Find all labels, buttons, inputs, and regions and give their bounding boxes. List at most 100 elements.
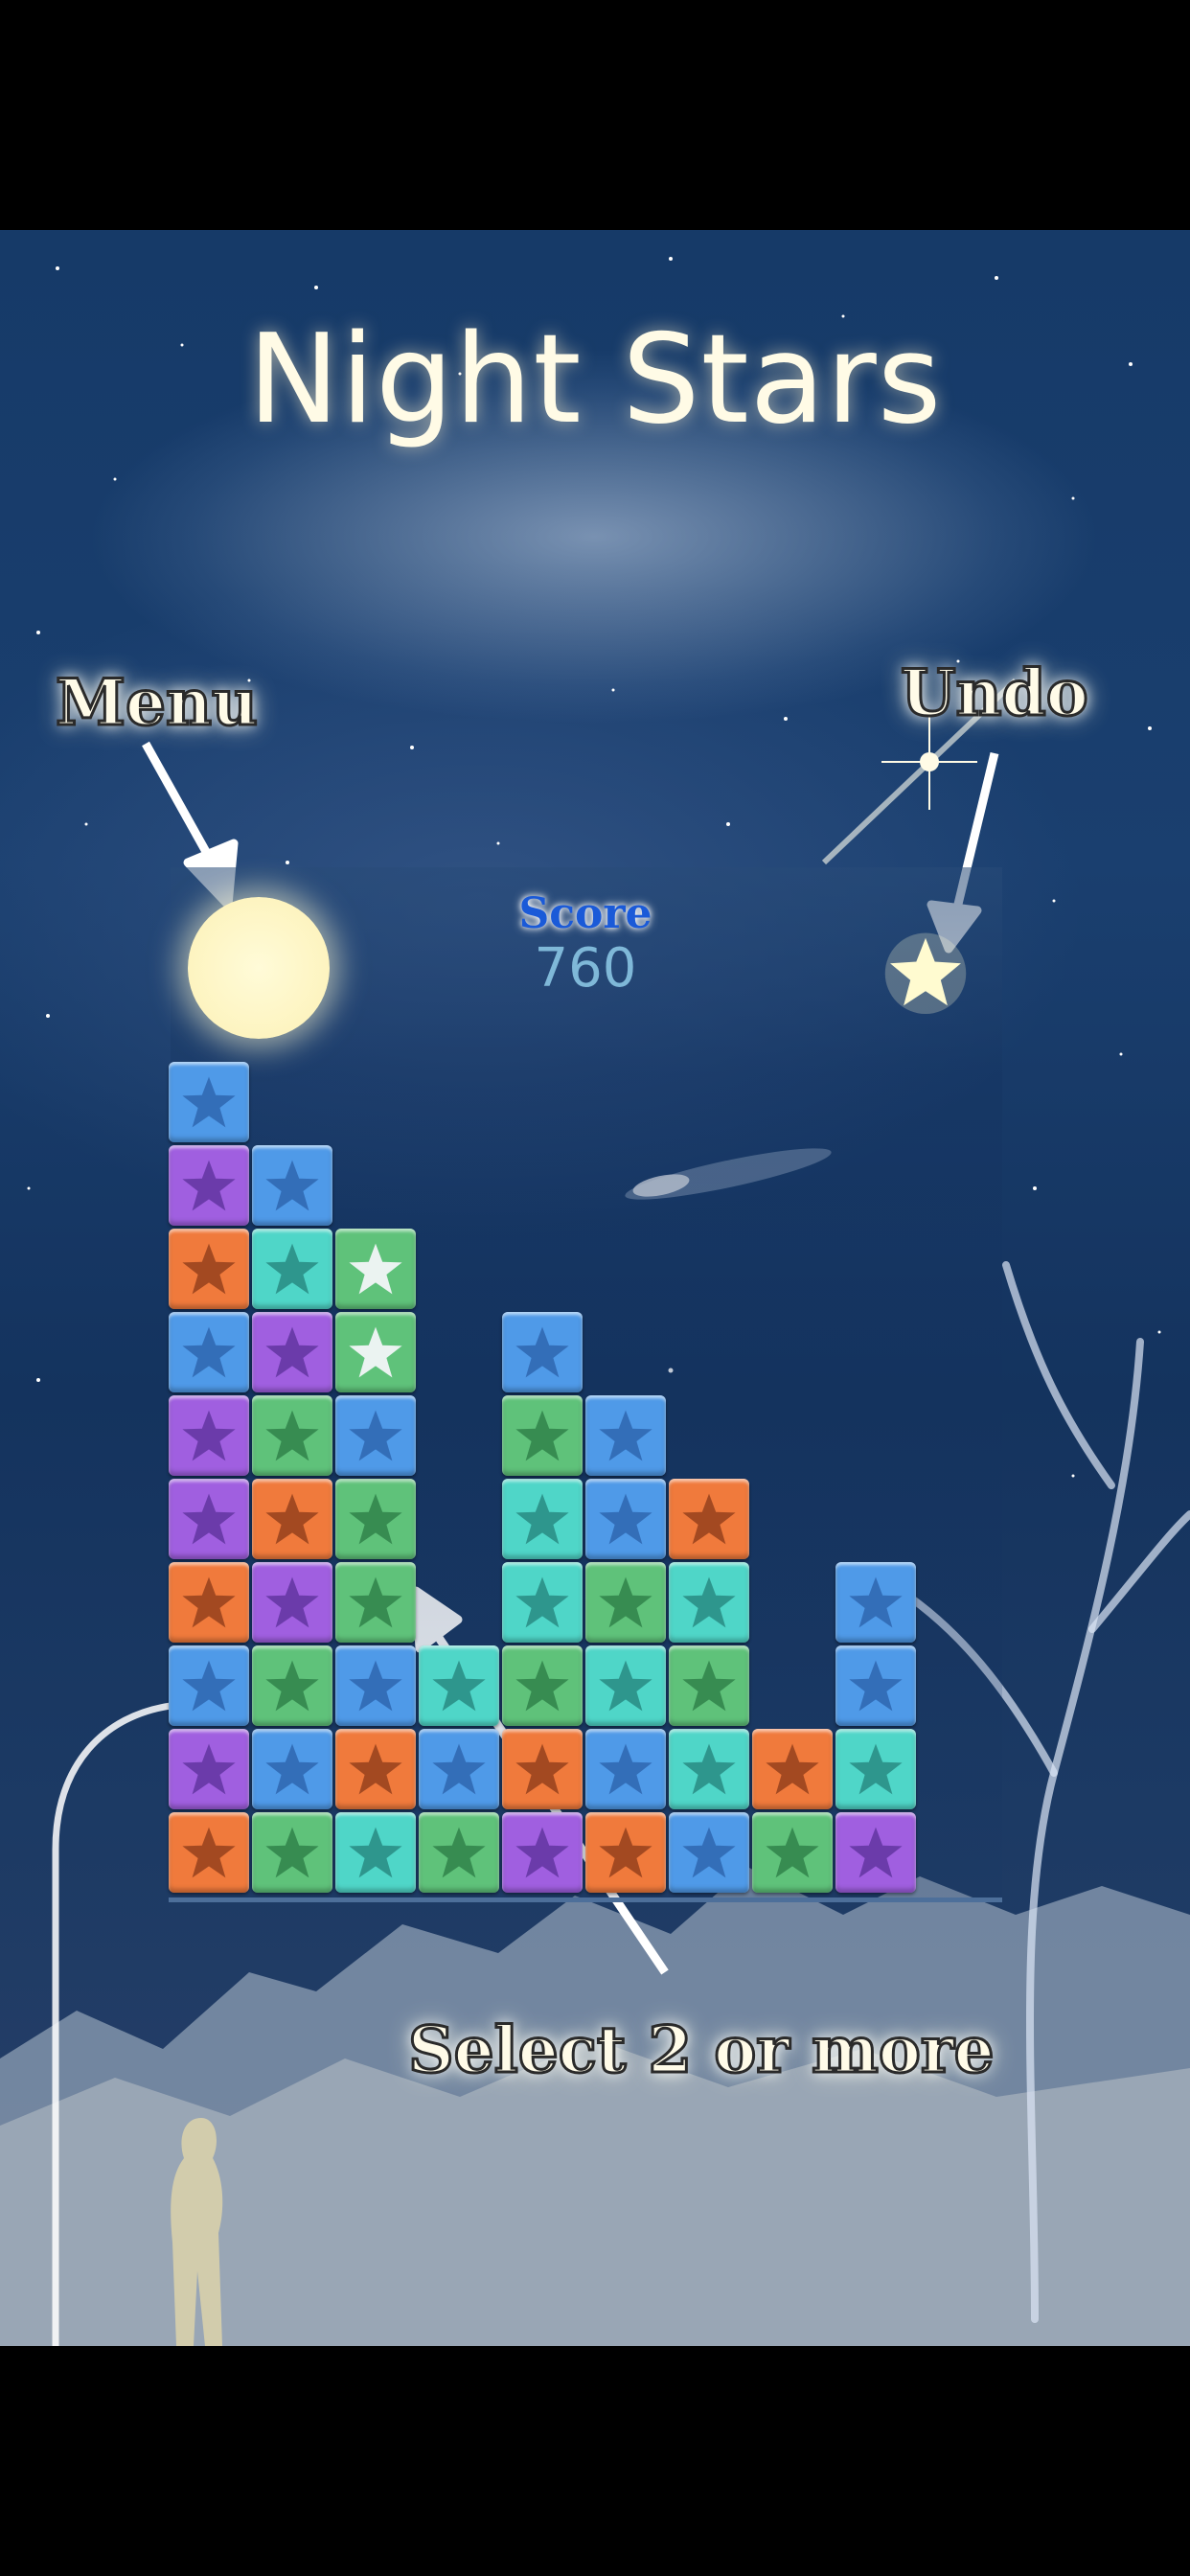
star-icon [265, 1326, 319, 1378]
star-tile[interactable] [169, 1729, 249, 1809]
star-icon [849, 1576, 903, 1628]
star-tile[interactable] [669, 1729, 749, 1809]
star-tile[interactable] [419, 1729, 499, 1809]
star-tile[interactable] [585, 1479, 666, 1559]
score-label: Score [518, 889, 652, 938]
star-icon [349, 1827, 402, 1878]
star-icon [349, 1493, 402, 1545]
star-tile[interactable] [502, 1729, 583, 1809]
woman-silhouette [171, 2118, 223, 2346]
star-icon [682, 1827, 736, 1878]
star-tile[interactable] [835, 1812, 916, 1893]
star-tile[interactable] [252, 1729, 332, 1809]
star-icon [349, 1660, 402, 1712]
star-icon [182, 1076, 236, 1128]
star-tile[interactable] [252, 1645, 332, 1726]
star-icon [515, 1743, 569, 1795]
star-tile[interactable] [835, 1729, 916, 1809]
star-icon [349, 1410, 402, 1461]
star-tile[interactable] [169, 1062, 249, 1142]
star-icon [515, 1576, 569, 1628]
star-tile[interactable] [335, 1312, 416, 1392]
star-tile[interactable] [669, 1479, 749, 1559]
star-tile[interactable] [419, 1645, 499, 1726]
star-tile[interactable] [252, 1145, 332, 1226]
star-tile[interactable] [669, 1562, 749, 1643]
star-icon [849, 1827, 903, 1878]
star-tile[interactable] [669, 1812, 749, 1893]
star-tile[interactable] [752, 1729, 833, 1809]
star-tile[interactable] [669, 1645, 749, 1726]
star-tile[interactable] [835, 1645, 916, 1726]
star-icon [349, 1743, 402, 1795]
star-icon [599, 1743, 652, 1795]
star-tile[interactable] [335, 1729, 416, 1809]
star-icon [182, 1660, 236, 1712]
board-floor [169, 1898, 1002, 1902]
star-tile[interactable] [252, 1312, 332, 1392]
star-icon [682, 1743, 736, 1795]
star-tile[interactable] [585, 1395, 666, 1476]
star-tile[interactable] [502, 1395, 583, 1476]
star-tile[interactable] [585, 1729, 666, 1809]
star-tile[interactable] [335, 1812, 416, 1893]
star-icon [349, 1576, 402, 1628]
star-icon [682, 1660, 736, 1712]
star-tile[interactable] [585, 1562, 666, 1643]
star-tile[interactable] [169, 1312, 249, 1392]
star-icon [265, 1660, 319, 1712]
star-tile[interactable] [252, 1479, 332, 1559]
star-icon [515, 1326, 569, 1378]
star-icon [599, 1660, 652, 1712]
star-tile[interactable] [169, 1645, 249, 1726]
star-tile[interactable] [502, 1479, 583, 1559]
star-tile[interactable] [335, 1645, 416, 1726]
star-icon [599, 1576, 652, 1628]
star-tile[interactable] [835, 1562, 916, 1643]
star-icon [432, 1660, 486, 1712]
star-icon [599, 1410, 652, 1461]
star-tile[interactable] [419, 1812, 499, 1893]
star-tile[interactable] [169, 1562, 249, 1643]
star-icon [349, 1326, 402, 1378]
star-tile[interactable] [335, 1395, 416, 1476]
star-tile[interactable] [752, 1812, 833, 1893]
star-tile[interactable] [252, 1562, 332, 1643]
star-tile[interactable] [169, 1479, 249, 1559]
star-tile[interactable] [502, 1562, 583, 1643]
star-tile[interactable] [169, 1395, 249, 1476]
star-icon [515, 1827, 569, 1878]
star-tile[interactable] [252, 1812, 332, 1893]
star-tile[interactable] [335, 1229, 416, 1309]
star-tile[interactable] [585, 1645, 666, 1726]
star-icon [182, 1576, 236, 1628]
star-icon [182, 1743, 236, 1795]
star-tile[interactable] [252, 1395, 332, 1476]
star-icon [766, 1827, 819, 1878]
star-tile[interactable] [502, 1312, 583, 1392]
star-tile[interactable] [502, 1645, 583, 1726]
star-icon [182, 1827, 236, 1878]
star-icon [515, 1660, 569, 1712]
game-board [169, 1060, 918, 1896]
star-icon [182, 1326, 236, 1378]
star-icon [849, 1660, 903, 1712]
star-tile[interactable] [585, 1812, 666, 1893]
star-tile[interactable] [169, 1812, 249, 1893]
star-tile[interactable] [252, 1229, 332, 1309]
star-icon [766, 1743, 819, 1795]
star-tile[interactable] [335, 1479, 416, 1559]
star-tile[interactable] [169, 1145, 249, 1226]
star-tile[interactable] [502, 1812, 583, 1893]
star-icon [265, 1493, 319, 1545]
star-icon [682, 1493, 736, 1545]
star-tile[interactable] [169, 1229, 249, 1309]
star-icon [265, 1576, 319, 1628]
star-icon [182, 1160, 236, 1211]
select-hint-label: Select 2 or more [407, 2012, 996, 2089]
star-tile[interactable] [335, 1562, 416, 1643]
score-value: 760 [534, 937, 637, 1000]
star-icon [849, 1743, 903, 1795]
star-icon [599, 1493, 652, 1545]
menu-label: Menu [54, 664, 259, 742]
